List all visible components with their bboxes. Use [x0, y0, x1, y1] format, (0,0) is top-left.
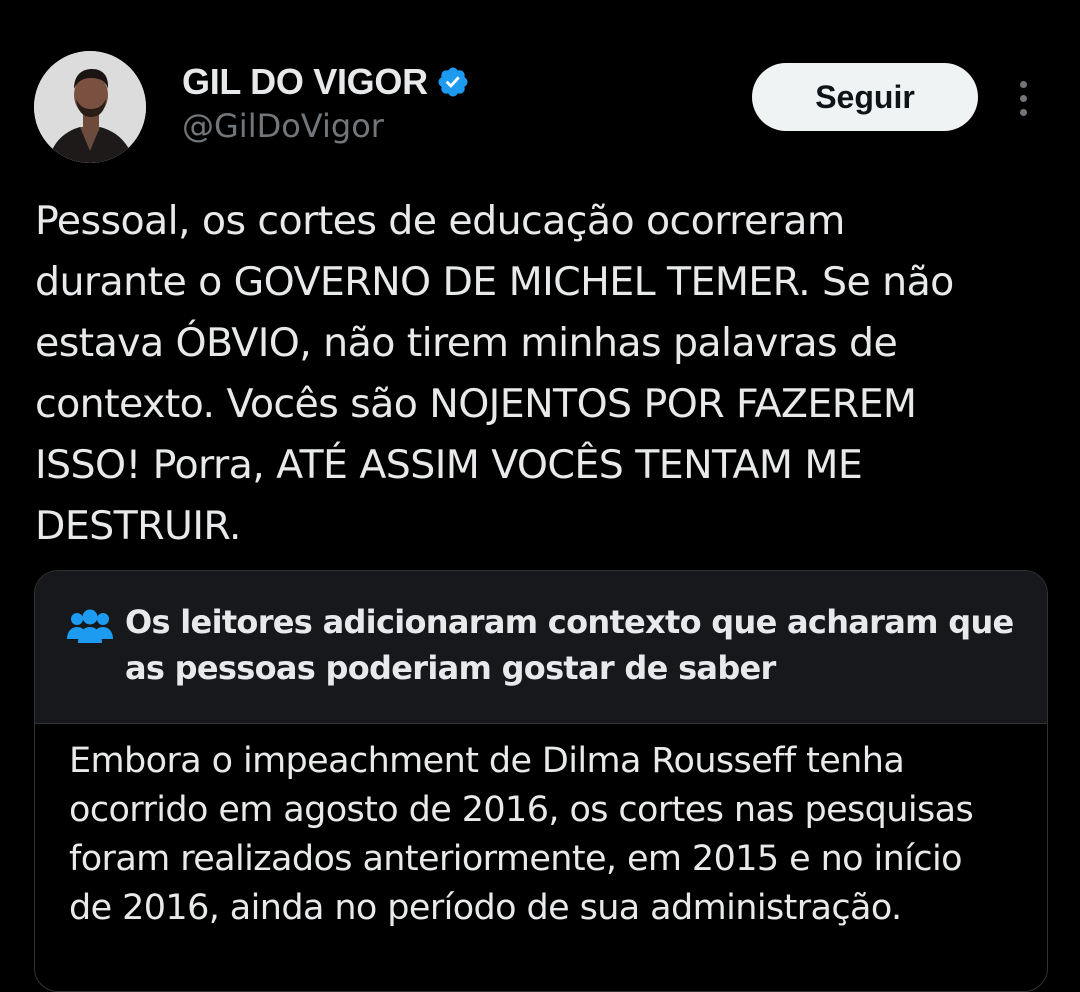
author-display-name-row[interactable]: GIL DO VIGOR	[182, 60, 470, 104]
follow-button[interactable]: Seguir	[752, 63, 978, 131]
community-note-card[interactable]: Os leitores adicionaram contexto que ach…	[34, 570, 1048, 992]
community-note-title: Os leitores adicionaram contexto que ach…	[125, 603, 1014, 687]
author-handle[interactable]: @GilDoVigor	[182, 106, 384, 146]
more-dot	[1019, 94, 1027, 102]
community-note-header: Os leitores adicionaram contexto que ach…	[35, 571, 1047, 724]
more-dot	[1019, 80, 1027, 88]
author-display-name[interactable]: GIL DO VIGOR	[182, 60, 428, 104]
more-options-vertical-icon[interactable]	[1008, 76, 1038, 120]
more-dot	[1019, 108, 1027, 116]
avatar[interactable]	[34, 51, 146, 163]
tweet-text: Pessoal, os cortes de educação ocorreram…	[35, 198, 954, 549]
community-note-body: Embora o impeachment de Dilma Rousseff t…	[69, 741, 974, 928]
people-group-icon	[67, 609, 113, 645]
verified-badge-icon	[436, 65, 470, 99]
